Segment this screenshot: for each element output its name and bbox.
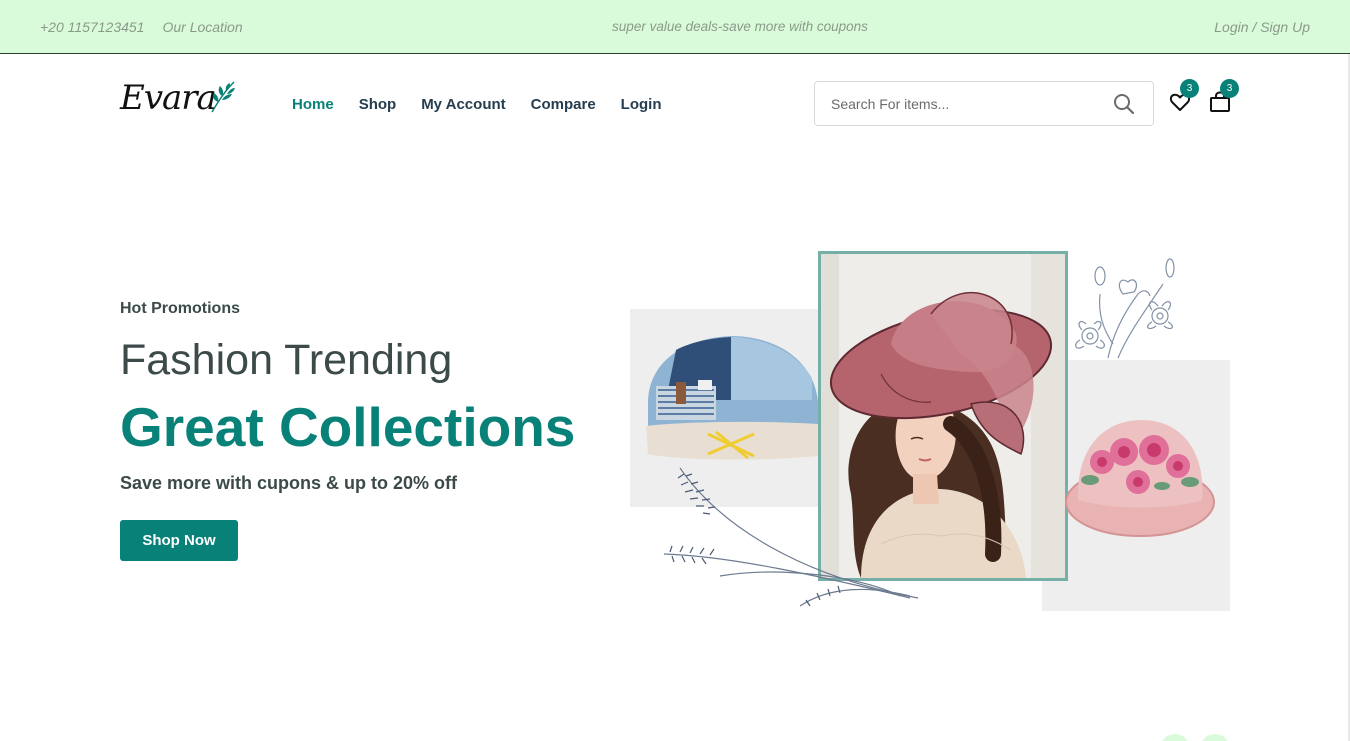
search-icon[interactable] <box>1113 93 1135 120</box>
slider-dot[interactable] <box>1200 734 1230 741</box>
hero-subtitle: Save more with cupons & up to 20% off <box>120 473 458 493</box>
wishlist-count-badge: 3 <box>1180 79 1199 98</box>
hero-tag: Hot Promotions <box>120 300 240 317</box>
hero-title: Fashion Trending <box>120 336 453 384</box>
denim-cap-image <box>646 336 822 460</box>
nav-compare[interactable]: Compare <box>531 96 596 113</box>
flower-sketch-decoration <box>1075 258 1175 359</box>
cart-count-badge: 3 <box>1220 79 1239 98</box>
main-nav: Home Shop My Account Compare Login <box>292 96 687 113</box>
search-box <box>814 81 1154 126</box>
logo[interactable]: Evara <box>120 78 238 122</box>
nav-shop[interactable]: Shop <box>359 96 397 113</box>
slider-dot[interactable] <box>1160 734 1190 741</box>
nav-login[interactable]: Login <box>621 96 662 113</box>
wishlist-button[interactable]: 3 <box>1168 79 1199 119</box>
leaf-icon <box>211 81 235 113</box>
hero-highlight: Great Collections <box>120 396 576 458</box>
search-input[interactable] <box>815 82 1105 125</box>
nav-home[interactable]: Home <box>292 96 334 113</box>
cart-button[interactable]: 3 <box>1208 79 1239 119</box>
login-signup-link[interactable]: Login / Sign Up <box>1214 19 1310 35</box>
pink-floral-hat-image <box>1065 420 1215 537</box>
promo-text: super value deals-save more with coupons <box>612 19 868 34</box>
nav-my-account[interactable]: My Account <box>421 96 505 113</box>
logo-text: Evara <box>120 78 217 118</box>
top-bar: +20 1157123451 Our Location super value d… <box>0 0 1350 54</box>
shop-now-button[interactable]: Shop Now <box>120 520 238 561</box>
lavender-sketch-decoration <box>663 467 919 607</box>
